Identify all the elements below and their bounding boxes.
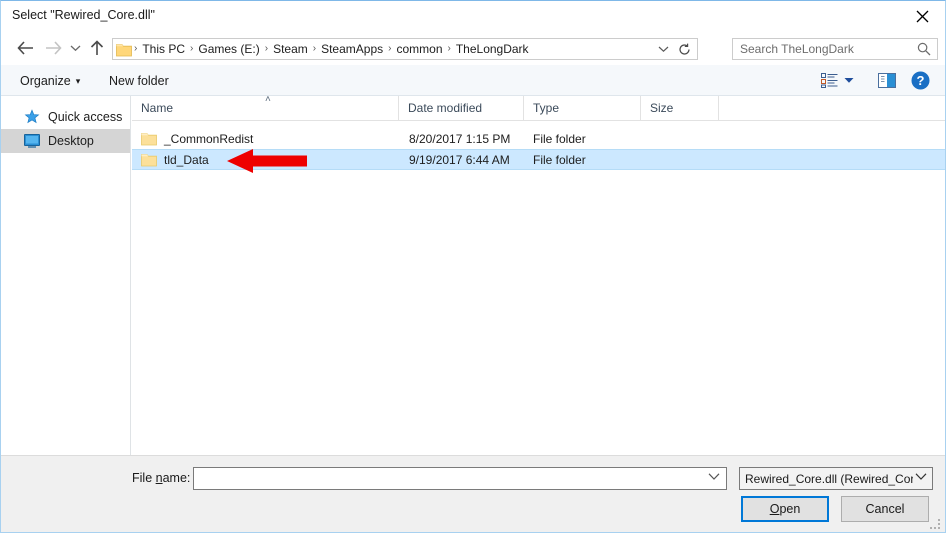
preview-pane-button[interactable] [876,70,898,91]
column-header-type[interactable]: Type [524,96,641,120]
navigation-bar: › This PC › Games (E:) › Steam › SteamAp… [1,32,945,65]
sidebar-item-quick-access[interactable]: Quick access [1,105,130,129]
close-button[interactable] [899,1,945,31]
forward-button[interactable] [41,36,65,60]
column-header-size[interactable]: Size [641,96,719,120]
list-top-spacer [132,121,945,128]
chevron-down-icon [844,78,854,83]
cancel-button-label: Cancel [865,502,905,516]
breadcrumb-separator: › [312,43,317,54]
open-button-label: Open [770,502,801,516]
file-date-cell: 8/20/2017 1:15 PM [409,131,511,146]
arrow-up-icon [90,40,104,55]
back-button[interactable] [13,36,37,60]
column-headers: Name ˄ Date modified Type Size [132,94,945,121]
up-one-level-button[interactable] [85,36,109,60]
sidebar-item-desktop[interactable]: Desktop [1,129,130,153]
file-list-pane: Name ˄ Date modified Type Size _CommonRe… [132,94,945,455]
svg-text:?: ? [917,73,925,88]
file-name-text: tld_Data [164,152,209,167]
chevron-down-icon [658,46,668,53]
search-icon [917,42,931,56]
refresh-icon [678,43,690,55]
refresh-button[interactable] [675,39,693,59]
help-icon: ? [911,71,930,90]
organize-button[interactable]: Organize ▾ [17,71,83,91]
file-name-cell: _CommonRedist [141,131,253,146]
preview-pane-icon [878,73,896,88]
breadcrumb-separator: › [134,43,138,54]
help-button[interactable]: ? [911,71,930,90]
folder-icon [141,133,157,146]
column-header-label: Date modified [408,101,483,115]
cancel-button[interactable]: Cancel [841,496,929,522]
file-name-text: _CommonRedist [164,131,254,146]
chevron-down-icon[interactable] [708,472,720,481]
recent-locations-button[interactable] [67,36,83,60]
breadcrumb-separator: › [388,43,392,54]
address-bar[interactable]: › This PC › Games (E:) › Steam › SteamAp… [112,38,698,60]
file-name-input[interactable] [193,467,727,490]
table-row[interactable]: _CommonRedist 8/20/2017 1:15 PM File fol… [132,128,945,149]
folder-icon [116,43,132,56]
resize-grip[interactable] [930,518,942,530]
file-type-cell: File folder [533,152,586,167]
sort-ascending-icon: ˄ [265,94,271,105]
column-header-date-modified[interactable]: Date modified [399,96,524,120]
list-view-icon [821,73,838,88]
file-name-label: File name: [132,471,190,485]
organize-label: Organize [20,74,71,88]
column-header-label: Type [533,101,560,115]
column-header-label: Name [141,101,174,115]
file-date-cell: 9/19/2017 6:44 AM [409,152,510,167]
file-name-cell: tld_Data [141,152,209,167]
title-bar: Select "Rewired_Core.dll" [1,1,945,32]
file-name-label-pre: File [132,471,156,485]
file-open-dialog: Select "Rewired_Core.dll" › This PC › Ga… [0,0,946,533]
view-options-button[interactable] [821,70,854,91]
resize-grip-icon [930,519,940,529]
window-title: Select "Rewired_Core.dll" [12,8,155,22]
search-placeholder: Search TheLongDark [740,42,854,56]
new-folder-label: New folder [109,74,169,88]
chevron-down-icon [915,473,927,480]
chevron-down-icon: ▾ [75,75,81,86]
file-name-label-accesskey: n [155,471,163,485]
navigation-pane: Quick access Desktop [1,96,131,455]
breadcrumb-separator: › [264,43,269,54]
breadcrumb-item-thelongdark[interactable]: TheLongDark [453,39,532,59]
arrow-left-icon [16,41,33,55]
file-type-dropdown[interactable]: Rewired_Core.dll (Rewired_Core [739,467,933,490]
breadcrumb-separator: › [190,43,194,54]
search-input[interactable]: Search TheLongDark [732,38,938,60]
breadcrumb-item-steam[interactable]: Steam [270,39,311,59]
file-name-label-post: ame: [162,471,191,485]
sidebar-item-label: Quick access [48,110,123,124]
new-folder-button[interactable]: New folder [106,71,172,91]
breadcrumb-separator: › [447,43,451,54]
open-label-post: pen [779,502,801,516]
breadcrumb-item-this-pc[interactable]: This PC [139,39,188,59]
star-icon [24,109,42,125]
open-accesskey: O [769,502,780,516]
breadcrumb-item-games-e[interactable]: Games (E:) [195,39,262,59]
breadcrumb-item-steamapps[interactable]: SteamApps [318,39,386,59]
address-dropdown-button[interactable] [655,39,671,59]
table-row[interactable]: tld_Data 9/19/2017 6:44 AM File folder [132,149,945,170]
column-header-label: Size [650,101,674,115]
open-button[interactable]: Open [741,496,829,522]
folder-icon [141,154,157,167]
sidebar-item-label: Desktop [48,134,94,148]
arrow-right-icon [45,41,62,55]
file-type-value: Rewired_Core.dll (Rewired_Core [745,471,913,486]
close-icon [916,10,928,22]
command-toolbar: Organize ▾ New folder ? [1,65,945,96]
breadcrumb-item-common[interactable]: common [393,39,445,59]
desktop-icon [24,134,42,148]
file-type-cell: File folder [533,131,586,146]
chevron-down-icon [70,45,80,52]
